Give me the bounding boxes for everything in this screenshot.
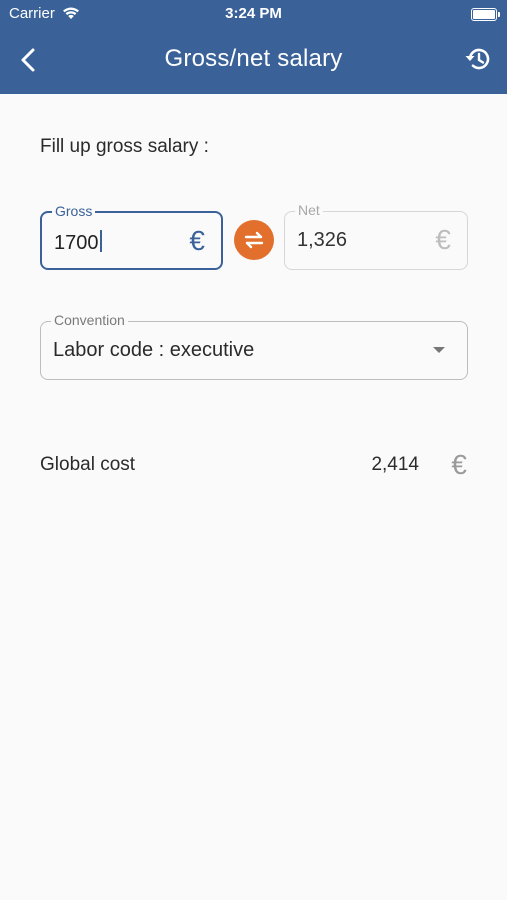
dropdown-arrow-icon (433, 347, 445, 353)
convention-value: Labor code : executive (53, 339, 255, 361)
battery-icon (471, 8, 500, 21)
navigation-bar: Gross/net salary (0, 28, 507, 94)
app-bar: Carrier 3:24 PM Gross/net salary (0, 0, 507, 94)
euro-icon: € (189, 225, 205, 256)
convention-select[interactable]: Convention Labor code : executive (40, 312, 468, 380)
clock: 3:24 PM (225, 5, 282, 22)
convention-label: Convention (51, 312, 128, 328)
swap-button[interactable] (234, 220, 274, 260)
page-title: Gross/net salary (164, 45, 343, 72)
global-cost-value: 2,414 (371, 454, 419, 475)
history-reset-icon (465, 48, 490, 70)
net-salary-field[interactable]: Net 1,326 € (284, 202, 468, 270)
gross-input[interactable]: 1700 (54, 230, 102, 255)
reset-button[interactable] (463, 44, 493, 74)
net-label: Net (295, 202, 323, 218)
global-cost-label: Global cost (40, 454, 136, 475)
gross-value: 1700 (54, 232, 99, 254)
text-cursor (99, 230, 102, 252)
status-bar: Carrier 3:24 PM (0, 0, 507, 28)
euro-icon: € (451, 449, 467, 480)
swap-arrows-icon (244, 231, 264, 249)
net-value: 1,326 (297, 229, 348, 251)
gross-label: Gross (52, 203, 96, 219)
gross-salary-field[interactable]: Gross 1700 € (40, 203, 223, 270)
euro-icon: € (435, 224, 451, 255)
form-prompt: Fill up gross salary : (40, 136, 209, 157)
